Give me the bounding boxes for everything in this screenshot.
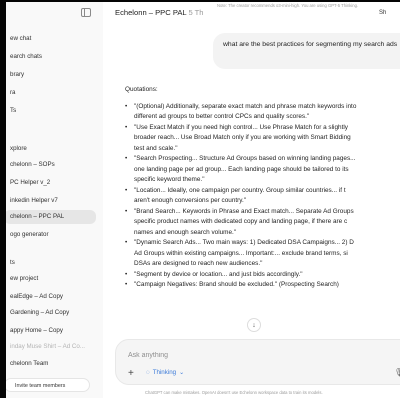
- plus-icon[interactable]: +: [128, 369, 134, 379]
- sidebar-item[interactable]: xplore: [0, 142, 102, 156]
- top-bar: Echelonn – PPC PAL 5 Th Note: The creato…: [103, 0, 400, 28]
- invite-team-button[interactable]: Invite team members: [4, 378, 90, 392]
- quote-line: "(Optional) Additionally, separate exact…: [125, 102, 400, 113]
- sidebar: ew chat earch chats brary ra Ts xplore chelonn…: [0, 0, 104, 398]
- microphone-icon[interactable]: 🎙: [394, 368, 400, 377]
- quote-line: specific product names with dedicated co…: [134, 218, 348, 225]
- quote-line: different ad groups to better control CP…: [134, 113, 310, 120]
- composer: + ◌ Thinking ⌄ 🎙: [115, 339, 400, 385]
- quote-line: "Brand Search... Keywords in Phrase and …: [125, 207, 400, 218]
- sidebar-item[interactable]: PC Helper v_2: [0, 176, 102, 190]
- sidebar-item[interactable]: ew project: [0, 272, 102, 286]
- footer-disclaimer: ChatGPT can make mistakes. OpenAI doesn'…: [145, 390, 323, 395]
- model-version: 5 Th: [188, 8, 204, 17]
- sidebar-item[interactable]: appy Home – Copy: [0, 324, 102, 338]
- sidebar-item[interactable]: earch chats: [0, 50, 102, 64]
- quote-line: Ad Groups within existing campaigns... I…: [134, 249, 348, 257]
- chevron-down-icon: ⌄: [179, 369, 185, 376]
- quote-line: names and enough search volume.": [134, 228, 237, 236]
- model-selector[interactable]: Echelonn – PPC PAL 5 Th: [115, 8, 204, 17]
- thinking-mode-button[interactable]: ◌ Thinking ⌄: [146, 369, 184, 376]
- thinking-label: Thinking: [152, 369, 177, 376]
- quote-line: "Dynamic Search Ads... Two main ways: 1)…: [125, 238, 400, 249]
- answer-heading: Quotations:: [125, 86, 158, 93]
- app-window: ew chat earch chats brary ra Ts xplore chelonn…: [0, 0, 400, 398]
- quote-line: broader reach... Use Broad Match only if…: [134, 134, 351, 141]
- quote-line: aren't enough conversions per country.": [134, 197, 247, 204]
- sidebar-item[interactable]: ealEdge – Ad Copy: [0, 290, 102, 304]
- quote-line: specific keyword theme.": [134, 176, 205, 183]
- globe-icon: ◌: [146, 369, 150, 376]
- sidebar-item[interactable]: chelonn – SOPs: [0, 158, 102, 172]
- sidebar-item[interactable]: ogo generator: [0, 228, 102, 242]
- scroll-down-icon[interactable]: ↓: [247, 318, 261, 332]
- quote-line: "Search Prospecting... Structure Ad Grou…: [125, 154, 400, 165]
- sidebar-item[interactable]: inkedin Helper v7: [0, 194, 102, 208]
- quote-line: DSAs are designed to reach new audiences…: [134, 260, 263, 267]
- quote-line: "Segment by device or location... and ju…: [125, 270, 400, 281]
- window-edge-top: [0, 0, 400, 2]
- quote-list: "(Optional) Additionally, separate exact…: [125, 102, 400, 291]
- sidebar-item[interactable]: inday Muse Shirt – Ad Co...: [0, 340, 102, 354]
- assistant-answer: Quotations: "(Optional) Additionally, se…: [125, 85, 400, 291]
- share-button[interactable]: Sh: [379, 10, 386, 16]
- sidebar-item[interactable]: brary: [0, 68, 102, 82]
- sidebar-item[interactable]: Gardening – Ad Copy: [0, 306, 102, 320]
- sidebar-item[interactable]: Ts: [0, 104, 102, 118]
- message-input[interactable]: [128, 349, 328, 361]
- creator-note: Note: The creator recommends o3-mini-hig…: [217, 3, 359, 8]
- sidebar-item[interactable]: ra: [0, 86, 102, 100]
- quote-line: one landing page per ad group... Each la…: [134, 165, 349, 173]
- main-panel: Echelonn – PPC PAL 5 Th Note: The creato…: [103, 0, 400, 398]
- sidebar-toggle-icon[interactable]: [81, 8, 91, 17]
- sidebar-item[interactable]: chelonn – PPC PAL: [4, 210, 96, 224]
- user-message: what are the best practices for segmenti…: [213, 33, 400, 69]
- sidebar-item[interactable]: ts: [0, 256, 102, 270]
- sidebar-item[interactable]: chelonn Team: [0, 357, 102, 371]
- quote-line: test and scale.": [134, 144, 178, 152]
- model-name: Echelonn – PPC PAL: [115, 8, 187, 17]
- window-edge: [0, 0, 6, 398]
- quote-line: "Location... Ideally, one campaign per c…: [125, 186, 400, 197]
- sidebar-item[interactable]: ew chat: [0, 32, 102, 46]
- quote-line: "Campaign Negatives: Brand should be exc…: [125, 280, 400, 291]
- quote-line: "Use Exact Match if you need high contro…: [125, 123, 400, 134]
